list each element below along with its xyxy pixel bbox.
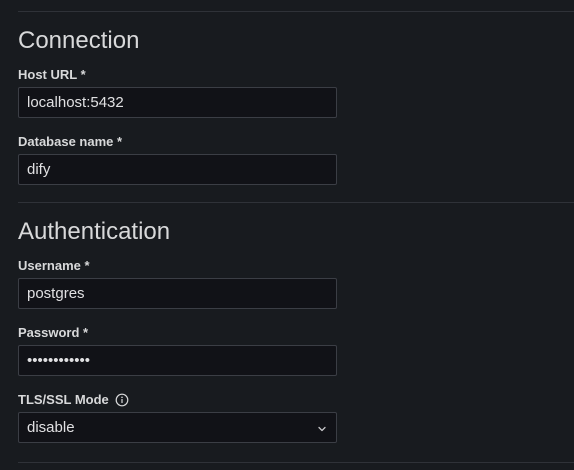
database-name-input[interactable] [18,154,337,185]
host-url-input[interactable] [18,87,337,118]
info-circle-icon[interactable] [115,393,129,407]
connection-section-title: Connection [18,27,140,54]
database-name-label: Database name * [18,134,123,149]
tls-ssl-mode-label-row: TLS/SSL Mode [18,392,129,408]
section-divider [18,202,574,203]
username-input[interactable] [18,278,337,309]
tls-ssl-mode-label: TLS/SSL Mode [18,392,109,407]
password-label: Password * [18,325,89,340]
host-url-label: Host URL * [18,67,86,82]
chevron-down-icon [316,422,328,434]
tls-ssl-mode-select[interactable]: disable [18,412,337,443]
username-label: Username * [18,258,90,273]
top-divider [18,11,574,12]
password-input[interactable] [18,345,337,376]
tls-ssl-mode-selected-value: disable [27,419,75,436]
authentication-section-title: Authentication [18,218,171,245]
bottom-divider [18,462,574,463]
